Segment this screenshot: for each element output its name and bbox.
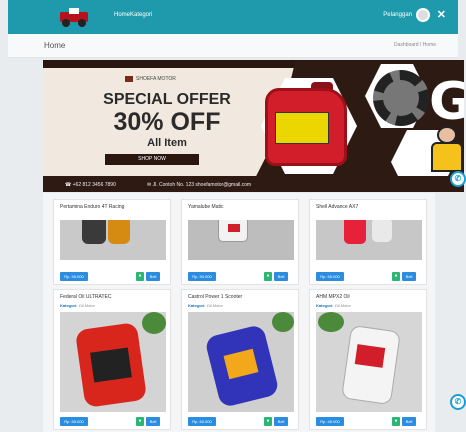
product-card[interactable]: Shell Advance AX7 Rp. 65.000 ● Beli [309, 199, 427, 285]
category-label: Kategori: [60, 303, 78, 308]
email-address: Jl. Contoh No. 123 shoefamotor@gmail.com [152, 182, 252, 188]
product-image[interactable] [316, 312, 422, 412]
add-to-cart-button[interactable]: Beli [274, 272, 288, 281]
view-button[interactable]: ● [136, 272, 144, 281]
price-badge: Rp. 55.000 [60, 272, 88, 281]
product-category: Kategori: Oli Motor [316, 303, 351, 308]
page-header: Home Dashboard / Home [8, 34, 458, 58]
close-icon[interactable]: ✕ [437, 8, 446, 21]
brand-icon [125, 76, 133, 82]
whatsapp-icon[interactable]: ✆ [450, 171, 466, 187]
product-category: Kategori: Oli Motor [188, 303, 223, 308]
banner-brand: SHOEFA MOTOR [125, 76, 176, 82]
product-title[interactable]: Shell Advance AX7 [316, 204, 358, 210]
product-title[interactable]: Federal Oil ULTRATEC [60, 294, 112, 300]
offer-headline: SPECIAL OFFER [103, 91, 231, 108]
product-bottle [82, 220, 106, 244]
banner-email: ✉ Jl. Contoh No. 123 shoefamotor@gmail.c… [147, 182, 252, 188]
category-label: Kategori: [316, 303, 334, 308]
add-to-cart-button[interactable]: Beli [146, 417, 160, 426]
product-label [90, 347, 132, 383]
phone-number: +62 812 3456 7890 [72, 182, 116, 188]
whatsapp-icon[interactable]: ✆ [450, 394, 466, 410]
product-card[interactable]: Pertamina Enduro 4T Racing Rp. 55.000 ● … [53, 199, 171, 285]
product-card[interactable]: Castrol Power 1 Scooter Kategori: Oli Mo… [181, 289, 299, 430]
gear-letter-graphic: G [429, 72, 464, 132]
mechanic-head [437, 126, 457, 144]
plant-decoration [318, 312, 344, 332]
price-badge: Rp. 50.000 [188, 272, 216, 281]
offer-discount: 30% OFF [113, 108, 221, 136]
product-image[interactable] [60, 220, 166, 260]
category-value: Oli Motor [334, 303, 351, 308]
mechanic-body [431, 142, 463, 172]
product-bottle [108, 220, 130, 244]
topbar: Home Kategori Pelanggan ✕ [8, 0, 458, 34]
product-card[interactable]: Yamalube Matic Rp. 50.000 ● Beli [181, 199, 299, 285]
price-badge: Rp. 65.000 [316, 272, 344, 281]
offer-subline: All Item [147, 137, 187, 149]
view-button[interactable]: ● [264, 272, 272, 281]
category-value: Oli Motor [78, 303, 95, 308]
promo-banner[interactable]: G SHOEFA MOTOR SPECIAL OFFER 30% OFF All… [43, 60, 464, 192]
product-bottle [372, 220, 392, 242]
banner-phone: ☎ +62 812 3456 7890 [65, 182, 116, 188]
product-grid: Pertamina Enduro 4T Racing Rp. 55.000 ● … [43, 193, 435, 432]
price-badge: Rp. 55.000 [60, 417, 88, 426]
add-to-cart-button[interactable]: Beli [146, 272, 160, 281]
plant-decoration [272, 312, 294, 332]
view-button[interactable]: ● [264, 417, 272, 426]
nav-kategori[interactable]: Kategori [130, 12, 152, 18]
product-title[interactable]: Castrol Power 1 Scooter [188, 294, 242, 300]
product-image[interactable] [60, 312, 166, 412]
add-to-cart-button[interactable]: Beli [402, 272, 416, 281]
product-title[interactable]: Yamalube Matic [188, 204, 223, 210]
shop-now-button[interactable]: SHOP NOW [105, 154, 199, 165]
view-button[interactable]: ● [136, 417, 144, 426]
add-to-cart-button[interactable]: Beli [402, 417, 416, 426]
page-title: Home [44, 41, 66, 50]
product-bottle [344, 220, 366, 244]
add-to-cart-button[interactable]: Beli [274, 417, 288, 426]
category-label: Kategori: [188, 303, 206, 308]
user-menu[interactable]: Pelanggan [383, 8, 430, 22]
breadcrumb[interactable]: Dashboard / Home [394, 42, 436, 48]
price-badge: Rp. 45.000 [316, 417, 344, 426]
user-name: Pelanggan [383, 12, 412, 18]
product-label [228, 224, 240, 232]
product-image[interactable] [188, 220, 294, 260]
avatar[interactable] [416, 8, 430, 22]
product-title[interactable]: Pertamina Enduro 4T Racing [60, 204, 124, 210]
gear-icon [373, 70, 429, 126]
product-card[interactable]: AHM MPX2 Oil Kategori: Oli Motor Rp. 45.… [309, 289, 427, 430]
mechanic-illustration [429, 126, 464, 172]
shop-logo[interactable] [56, 6, 92, 28]
product-card[interactable]: Federal Oil ULTRATEC Kategori: Oli Motor… [53, 289, 171, 430]
view-button[interactable]: ● [392, 417, 400, 426]
product-label [354, 344, 386, 368]
product-title[interactable]: AHM MPX2 Oil [316, 294, 350, 300]
product-category: Kategori: Oli Motor [60, 303, 95, 308]
product-image[interactable] [188, 312, 294, 412]
product-image[interactable] [316, 220, 422, 260]
oil-bottle-label [275, 112, 329, 144]
nav-home[interactable]: Home [114, 12, 130, 18]
price-badge: Rp. 60.000 [188, 417, 216, 426]
view-button[interactable]: ● [392, 272, 400, 281]
category-value: Oli Motor [206, 303, 223, 308]
banner-brand-name: SHOEFA MOTOR [136, 76, 176, 82]
plant-decoration [142, 312, 166, 334]
